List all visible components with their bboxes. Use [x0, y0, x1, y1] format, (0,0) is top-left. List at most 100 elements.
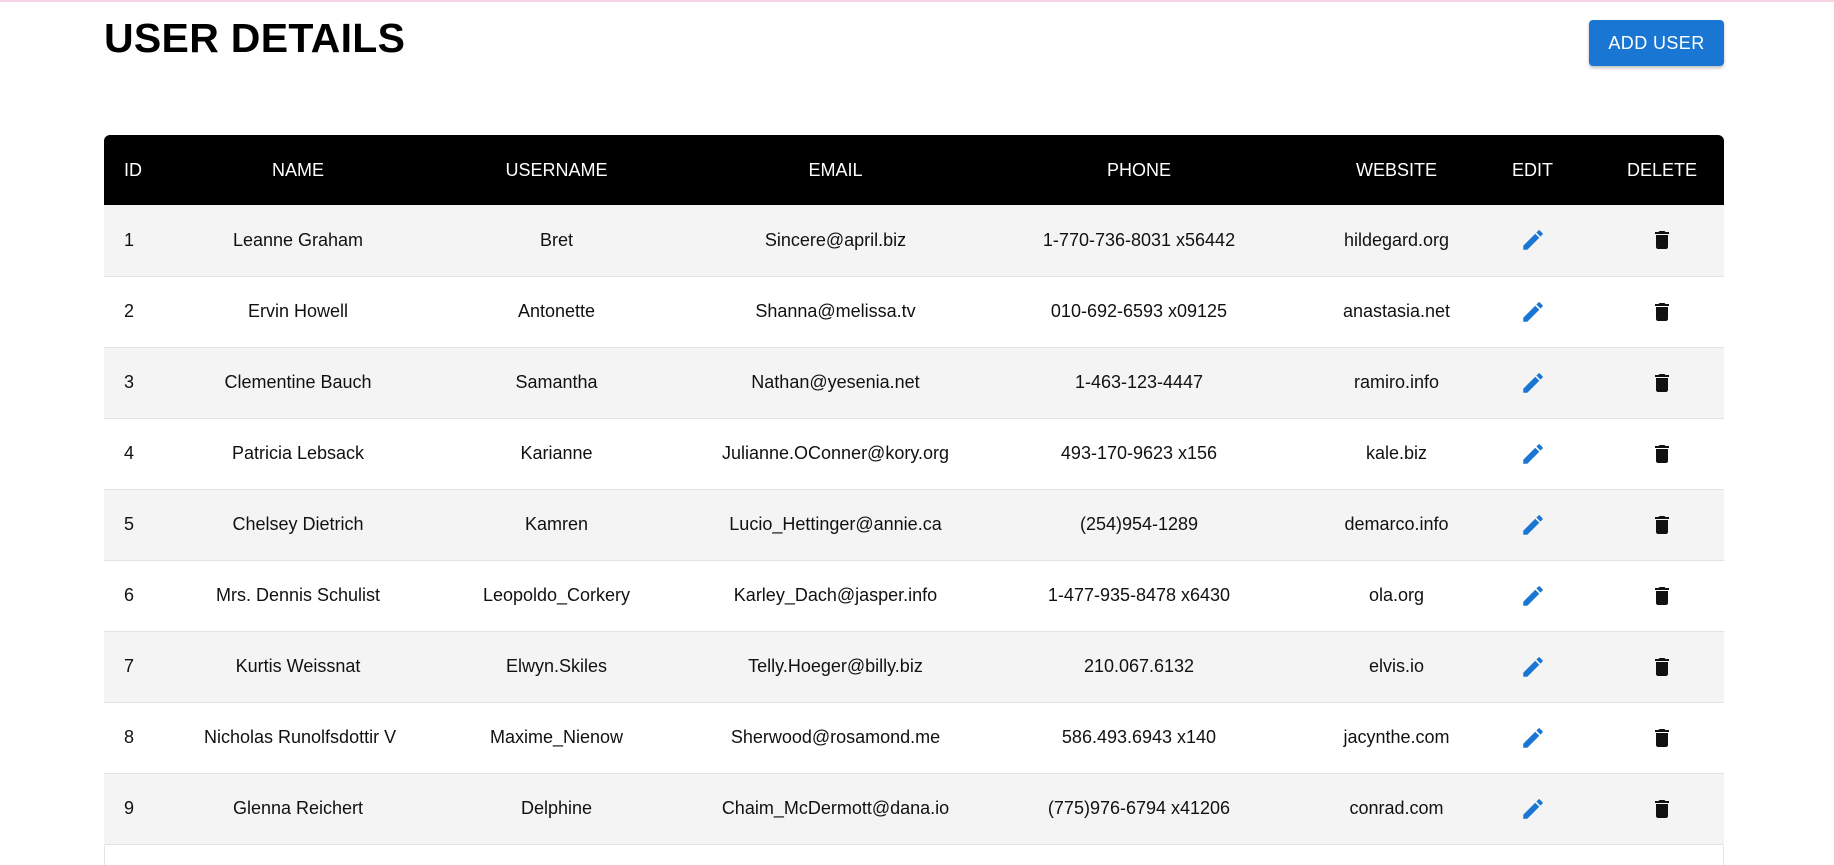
cell-username: Karianne	[520, 443, 593, 463]
cell-edit	[1465, 773, 1600, 844]
cell-name: Clementine Bauch	[224, 372, 372, 392]
cell-email: Karley_Dach@jasper.info	[733, 585, 938, 605]
cell-delete	[1600, 276, 1724, 347]
trash-icon[interactable]	[1645, 721, 1679, 755]
pencil-icon[interactable]	[1516, 508, 1550, 542]
cell-phone: (775)976-6794 x41206	[1047, 798, 1231, 818]
cell-phone: 010-692-6593 x09125	[1050, 301, 1228, 321]
pencil-icon[interactable]	[1516, 295, 1550, 329]
cell-username: Bret	[539, 229, 573, 250]
cell-email: Lucio_Hettinger@annie.ca	[729, 514, 942, 534]
cell-website: ola.org	[1368, 585, 1425, 605]
cell-email: Sincere@april.biz	[764, 229, 907, 250]
cell-username: Antonette	[517, 301, 596, 321]
table-row: 4 Patricia Lebsack Karianne Julianne.OConne…	[104, 418, 1724, 489]
cell-username: Samantha	[515, 372, 598, 392]
cell-edit	[1465, 560, 1600, 631]
pencil-icon[interactable]	[1516, 579, 1550, 613]
trash-icon[interactable]	[1645, 508, 1679, 542]
table-row: 3 Clementine Bauch Samantha Nathan@yesenia.…	[104, 347, 1724, 418]
cell-email: Chaim_McDermott@dana.io	[721, 798, 950, 818]
cell-id: 8	[124, 727, 135, 747]
cell-phone: 586.493.6943 x140	[1061, 727, 1217, 747]
cell-website: demarco.info	[1344, 514, 1449, 534]
cell-email: Julianne.OConner@kory.org	[721, 443, 950, 463]
table-header-row: ID NAME USERNAME EMAIL PHONE WEBSITE EDI…	[104, 135, 1724, 205]
page-title: USER DETAILS	[104, 15, 406, 61]
column-header-email: EMAIL	[808, 159, 863, 180]
cell-name: Mrs. Dennis Schulist	[215, 585, 381, 605]
cell-delete	[1600, 418, 1724, 489]
pencil-icon[interactable]	[1516, 223, 1550, 257]
cell-id: 3	[124, 372, 135, 392]
cell-phone: (254)954-1289	[1079, 514, 1199, 534]
table-row-partial	[104, 846, 1724, 865]
column-header-name: NAME	[271, 159, 324, 180]
cell-id: 6	[124, 585, 135, 605]
trash-icon[interactable]	[1645, 650, 1679, 684]
cell-username: Delphine	[520, 798, 593, 818]
trash-icon[interactable]	[1645, 295, 1679, 329]
cell-id: 7	[124, 656, 135, 676]
cell-id: 4	[124, 443, 135, 463]
cell-name: Nicholas Runolfsdottir V	[204, 727, 397, 747]
cell-website: conrad.com	[1349, 798, 1444, 818]
cell-name: Glenna Reichert	[232, 798, 364, 818]
cell-delete	[1600, 773, 1724, 844]
column-header-username: USERNAME	[505, 159, 608, 180]
cell-id: 9	[124, 798, 135, 818]
cell-username: Leopoldo_Corkery	[482, 585, 631, 605]
cell-delete	[1600, 489, 1724, 560]
pencil-icon[interactable]	[1516, 366, 1550, 400]
cell-website: hildegard.org	[1343, 229, 1450, 250]
table-row: 8 Nicholas Runolfsdottir V Maxime_Nienow Sh…	[104, 702, 1724, 773]
table-row: 6 Mrs. Dennis Schulist Leopoldo_Corkery Kar…	[104, 560, 1724, 631]
column-header-delete: DELETE	[1626, 159, 1698, 180]
cell-email: Telly.Hoeger@billy.biz	[748, 656, 923, 676]
table-row: 2 Ervin Howell Antonette Shanna@melissa.tv 0…	[104, 276, 1724, 347]
top-accent-bar	[0, 0, 1834, 2]
trash-icon[interactable]	[1645, 223, 1679, 257]
cell-delete	[1600, 205, 1724, 276]
pencil-icon[interactable]	[1516, 792, 1550, 826]
cell-delete	[1600, 347, 1724, 418]
cell-phone: 1-477-935-8478 x6430	[1047, 585, 1231, 605]
cell-website: jacynthe.com	[1343, 727, 1450, 747]
cell-phone: 1-463-123-4447	[1074, 372, 1204, 392]
users-table: ID NAME USERNAME EMAIL PHONE WEBSITE EDI…	[104, 135, 1724, 845]
column-header-website: WEBSITE	[1355, 159, 1437, 180]
trash-icon[interactable]	[1645, 579, 1679, 613]
column-header-phone: PHONE	[1106, 159, 1171, 180]
cell-email: Sherwood@rosamond.me	[730, 727, 941, 747]
table-body: 1 Leanne Graham Bret Sincere@april.biz 1-770…	[104, 205, 1724, 844]
cell-website: ramiro.info	[1353, 372, 1440, 392]
cell-website: elvis.io	[1368, 656, 1425, 676]
column-header-id: ID	[124, 159, 142, 180]
users-table-container: ID NAME USERNAME EMAIL PHONE WEBSITE EDI…	[104, 135, 1724, 845]
cell-edit	[1465, 347, 1600, 418]
cell-website: anastasia.net	[1342, 301, 1451, 321]
cell-email: Shanna@melissa.tv	[755, 301, 916, 321]
pencil-icon[interactable]	[1516, 721, 1550, 755]
cell-edit	[1465, 205, 1600, 276]
cell-edit	[1465, 418, 1600, 489]
trash-icon[interactable]	[1645, 437, 1679, 471]
cell-name: Leanne Graham	[232, 229, 364, 250]
cell-id: 1	[124, 229, 135, 250]
cell-id: 2	[124, 301, 135, 321]
cell-name: Patricia Lebsack	[231, 443, 365, 463]
table-row: 5 Chelsey Dietrich Kamren Lucio_Hettinger@a…	[104, 489, 1724, 560]
cell-edit	[1465, 702, 1600, 773]
pencil-icon[interactable]	[1516, 437, 1550, 471]
cell-delete	[1600, 631, 1724, 702]
trash-icon[interactable]	[1645, 366, 1679, 400]
trash-icon[interactable]	[1645, 792, 1679, 826]
pencil-icon[interactable]	[1516, 650, 1550, 684]
cell-phone: 1-770-736-8031 x56442	[1042, 229, 1236, 250]
add-user-button[interactable]: ADD USER	[1589, 20, 1724, 66]
cell-name: Kurtis Weissnat	[235, 656, 361, 676]
cell-edit	[1465, 631, 1600, 702]
cell-phone: 493-170-9623 x156	[1060, 443, 1218, 463]
column-header-edit: EDIT	[1511, 159, 1553, 180]
cell-email: Nathan@yesenia.net	[751, 372, 920, 392]
